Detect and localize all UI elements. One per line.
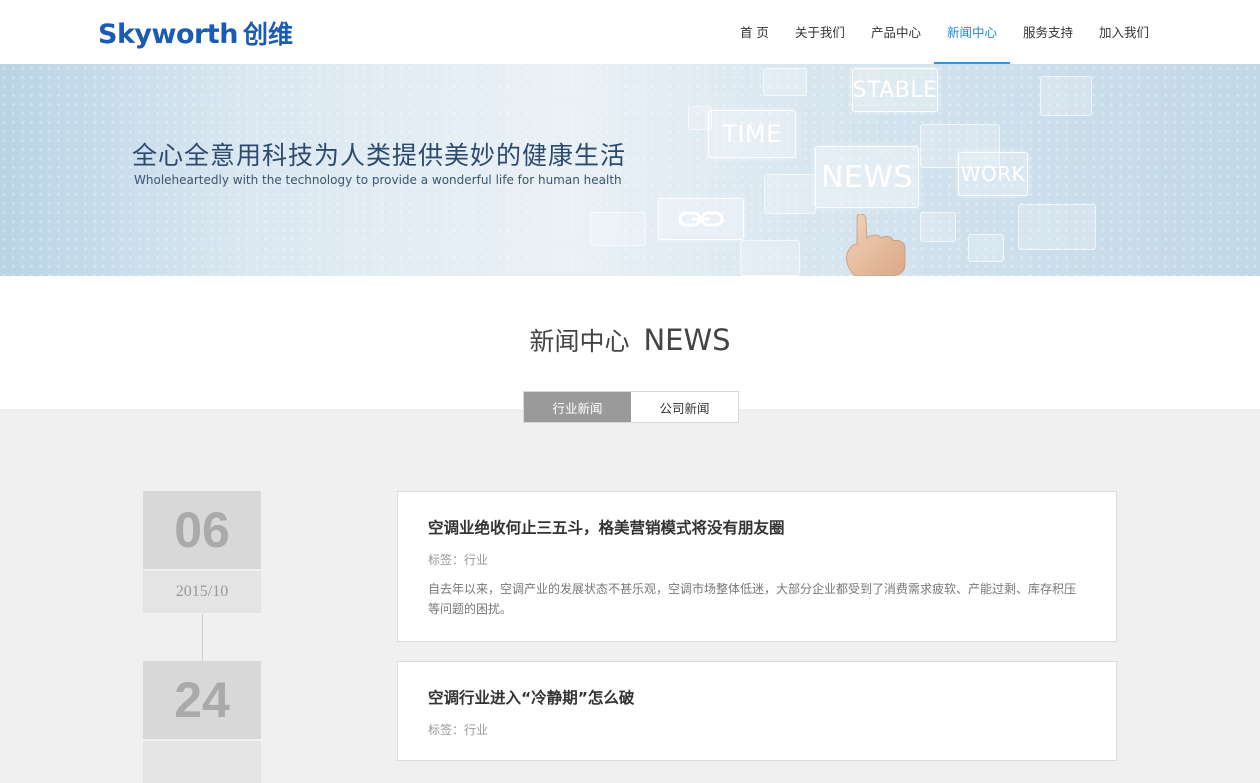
section-title-en: NEWS — [643, 323, 731, 357]
section-title: 新闻中心 NEWS — [0, 322, 1260, 358]
nav-item-home[interactable]: 首 页 — [727, 0, 782, 64]
stable-tile: STABLE — [852, 68, 938, 112]
banner-subtitle: Wholeheartedly with the technology to pr… — [134, 173, 622, 187]
mail-tile-icon — [763, 68, 807, 96]
deco-tile — [920, 212, 956, 242]
link-icon — [678, 211, 724, 227]
logo-text-cn: 创维 — [242, 20, 293, 49]
deco-tile — [968, 234, 1004, 262]
news-card[interactable]: 空调业绝收何止三五斗，格美营销模式将没有朋友圈 标签：行业 自去年以来，空调产业… — [397, 491, 1117, 642]
news-date-year-month — [143, 741, 261, 783]
news-date: 24 — [143, 661, 261, 783]
banner-title: 全心全意用科技为人类提供美妙的健康生活 — [132, 141, 627, 170]
work-tile-label: WORK — [960, 162, 1026, 186]
news-date: 06 2015/10 — [143, 491, 261, 613]
news-date-day: 24 — [143, 661, 261, 739]
news-tile-label: NEWS — [820, 159, 914, 195]
nav-item-join[interactable]: 加入我们 — [1086, 0, 1162, 64]
deco-tile — [740, 240, 800, 276]
tab-industry-news[interactable]: 行业新闻 — [524, 392, 631, 422]
cloud-upload-tile-icon — [1018, 204, 1096, 250]
news-card[interactable]: 空调行业进入“冷静期”怎么破 标签：行业 — [397, 661, 1117, 761]
news-tile: NEWS — [815, 146, 919, 208]
hero-banner: 全心全意用科技为人类提供美妙的健康生活 Wholeheartedly with … — [0, 64, 1260, 276]
link-tile-icon — [658, 198, 744, 240]
deco-tile — [590, 212, 646, 246]
stable-tile-label: STABLE — [852, 77, 938, 103]
news-title[interactable]: 空调业绝收何止三五斗，格美营销模式将没有朋友圈 — [428, 516, 1086, 538]
news-tag: 标签：行业 — [428, 723, 489, 737]
timeline-connector — [202, 614, 203, 662]
news-date-day: 06 — [143, 491, 261, 569]
tab-company-news[interactable]: 公司新闻 — [631, 392, 738, 422]
news-tag: 标签：行业 — [428, 553, 489, 567]
database-tile-icon — [1040, 76, 1092, 116]
news-date-year-month: 2015/10 — [143, 571, 261, 613]
nav-item-about[interactable]: 关于我们 — [782, 0, 858, 64]
logo-text-en: Skyworth — [98, 19, 238, 50]
skyworth-logo[interactable]: Skyworth 创维 — [98, 15, 293, 50]
pointing-hand-image — [846, 214, 906, 276]
section-title-cn: 新闻中心 — [529, 327, 630, 356]
time-tile-label: TIME — [722, 120, 782, 148]
nav-item-service[interactable]: 服务支持 — [1010, 0, 1086, 64]
news-category-tabs: 行业新闻 公司新闻 — [523, 391, 739, 423]
work-tile: WORK — [958, 152, 1028, 196]
news-summary: 自去年以来，空调产业的发展状态不甚乐观，空调市场整体低迷，大部分企业都受到了消费… — [428, 582, 1077, 616]
nav-item-products[interactable]: 产品中心 — [858, 0, 934, 64]
deco-tile — [764, 174, 816, 214]
news-title[interactable]: 空调行业进入“冷静期”怎么破 — [428, 686, 1086, 708]
time-tile: TIME — [708, 110, 796, 158]
nav-item-news[interactable]: 新闻中心 — [933, 0, 1010, 64]
main-nav: 首 页 关于我们 产品中心 新闻中心 服务支持 加入我们 — [727, 0, 1162, 64]
site-header: Skyworth 创维 首 页 关于我们 产品中心 新闻中心 服务支持 加入我们 — [0, 0, 1260, 64]
